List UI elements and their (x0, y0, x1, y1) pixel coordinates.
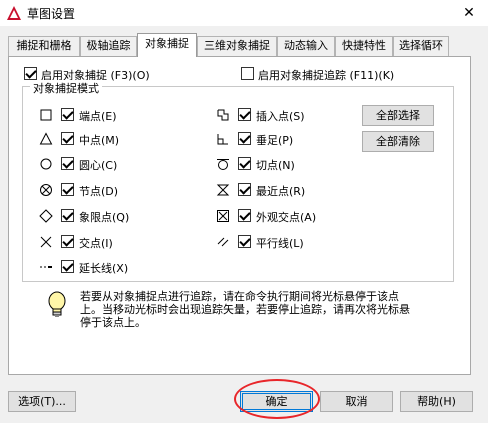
perpendicular-label: 垂足(P) (256, 134, 294, 147)
tab-snap-grid[interactable]: 捕捉和栅格 (8, 36, 80, 56)
apparent-intersection-checkbox[interactable] (238, 209, 251, 222)
endpoint-checkbox[interactable] (61, 108, 74, 121)
nearest-label: 最近点(R) (256, 185, 306, 198)
enable-tracking-label: 启用对象捕捉追踪 (F11)(K) (258, 69, 395, 82)
endpoint-label: 端点(E) (79, 110, 117, 123)
perpendicular-checkbox[interactable] (238, 132, 251, 145)
tab-selection-cycling[interactable]: 选择循环 (393, 36, 449, 56)
select-all-button[interactable]: 全部选择 (362, 105, 434, 126)
autocad-app-icon (7, 6, 21, 20)
insertion-icon (217, 109, 229, 121)
enable-tracking-checkbox[interactable] (241, 67, 254, 80)
insertion-checkbox[interactable] (238, 108, 251, 121)
extension-icon (40, 266, 52, 268)
midpoint-triangle-icon (39, 132, 53, 145)
quadrant-label: 象限点(Q) (79, 211, 130, 224)
close-button[interactable]: ✕ (460, 4, 478, 22)
tab-dynamic-input[interactable]: 动态输入 (277, 36, 335, 56)
apparent-intersection-label: 外观交点(A) (256, 211, 317, 224)
tab-polar-tracking[interactable]: 极轴追踪 (80, 36, 137, 56)
highlight-ellipse (234, 379, 320, 419)
extension-checkbox[interactable] (61, 260, 74, 273)
hint-text: 若要从对象捕捉点进行追踪，请在命令执行期间将光标悬停于该点上。当移动光标时会出现… (80, 290, 410, 329)
tab-3d-object-snap[interactable]: 三维对象捕捉 (197, 36, 277, 56)
node-checkbox[interactable] (61, 183, 74, 196)
title-bar: 草图设置 ✕ (0, 0, 488, 26)
nearest-icon (216, 184, 230, 196)
tab-object-snap[interactable]: 对象捕捉 (137, 33, 197, 57)
node-label: 节点(D) (79, 185, 119, 198)
clear-all-button[interactable]: 全部清除 (362, 131, 434, 152)
tangent-checkbox[interactable] (238, 157, 251, 170)
lightbulb-icon (48, 291, 66, 317)
intersection-checkbox[interactable] (61, 235, 74, 248)
snap-modes-group-title: 对象捕捉模式 (30, 80, 102, 96)
center-checkbox[interactable] (61, 157, 74, 170)
close-icon: ✕ (463, 5, 475, 21)
insertion-label: 插入点(S) (256, 110, 305, 123)
intersection-x-icon (40, 236, 52, 248)
endpoint-square-icon (40, 109, 52, 121)
center-circle-icon (40, 158, 52, 170)
node-icon (40, 184, 52, 196)
extension-label: 延长线(X) (79, 262, 129, 275)
enable-snap-checkbox[interactable] (24, 67, 37, 80)
midpoint-checkbox[interactable] (61, 132, 74, 145)
parallel-checkbox[interactable] (238, 235, 251, 248)
parallel-icon (217, 237, 229, 247)
tangent-icon (217, 159, 229, 170)
perpendicular-icon (217, 134, 228, 145)
parallel-label: 平行线(L) (256, 237, 304, 250)
midpoint-label: 中点(M) (79, 134, 120, 147)
help-button[interactable]: 帮助(H) (400, 391, 473, 412)
cancel-button[interactable]: 取消 (320, 391, 393, 412)
tangent-label: 切点(N) (256, 159, 295, 172)
nearest-checkbox[interactable] (238, 183, 251, 196)
window-title: 草图设置 (27, 7, 76, 21)
quadrant-checkbox[interactable] (61, 209, 74, 222)
quadrant-diamond-icon (39, 209, 53, 223)
intersection-label: 交点(I) (79, 237, 113, 250)
options-button[interactable]: 选项(T)... (8, 391, 76, 412)
tab-quick-properties[interactable]: 快捷特性 (335, 36, 393, 56)
center-label: 圆心(C) (79, 159, 118, 172)
apparent-intersection-icon (217, 210, 229, 222)
